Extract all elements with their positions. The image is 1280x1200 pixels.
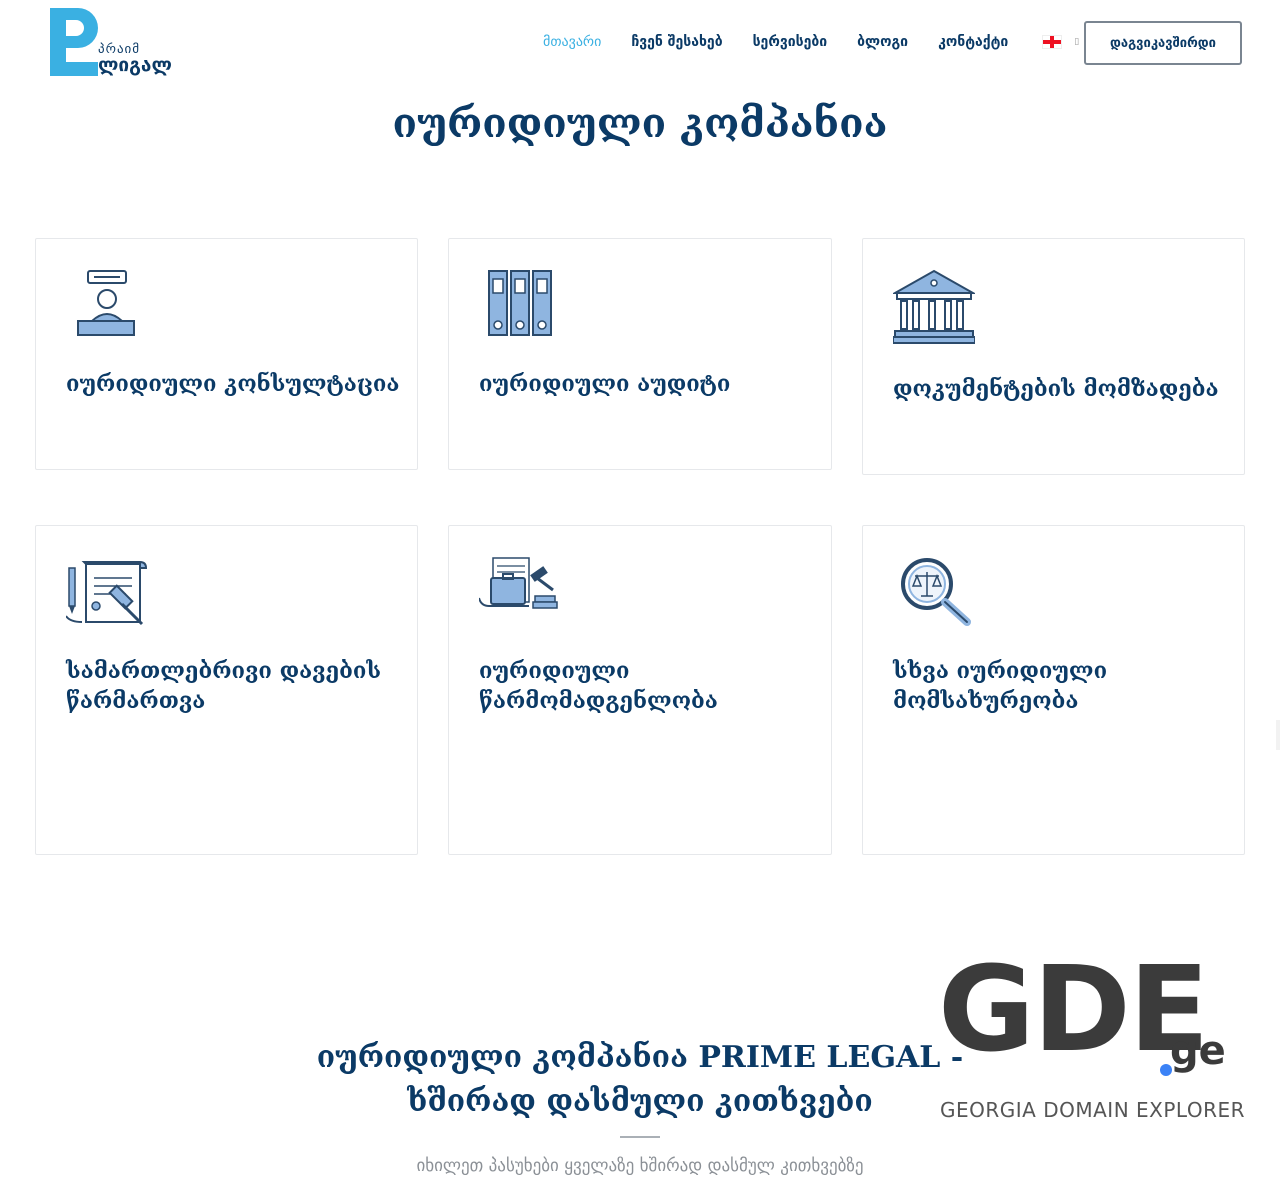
service-label: იურიდიული კონსულტაცია (66, 371, 400, 397)
page-title: იურიდიული კომპანია (392, 100, 888, 147)
faq-title: იურიდიული კომპანია PRIME LEGAL - ხშირად … (300, 1036, 980, 1124)
faq-subtitle: იხილეთ პასუხები ყველაზე ხშირად დასმულ კი… (416, 1156, 864, 1176)
service-card-representation[interactable]: იურიდიული წარმომადგენლობა (448, 525, 832, 855)
gavel-document-icon (66, 561, 148, 626)
magnifier-scales-icon (901, 558, 971, 626)
service-label-line-1: სამართლებრივი დავების (66, 658, 382, 684)
logo-mark-icon (50, 8, 98, 76)
service-card-other[interactable]: სხვა იურიდიული მომსახურეობა (862, 525, 1245, 855)
watermark-tagline: GEORGIA DOMAIN EXPLORER (940, 1098, 1246, 1122)
nav-home[interactable]: მთავარი (543, 34, 601, 50)
service-card-audit[interactable]: იურიდიული აუდიტი (448, 238, 832, 470)
service-label-line-1: იურიდიული (479, 658, 630, 684)
section-divider (620, 1136, 660, 1138)
binders-icon (488, 270, 552, 336)
service-card-disputes[interactable]: სამართლებრივი დავების წარმართვა (35, 525, 418, 855)
service-label: დოკუმენტების მომზადება (893, 376, 1219, 402)
service-label-line-1: სხვა იურიდიული (893, 658, 1108, 684)
consultant-icon (77, 270, 135, 336)
service-label: სამართლებრივი დავების წარმართვა (66, 656, 381, 716)
site-logo[interactable]: პრაიმ ლიგალ (50, 8, 185, 78)
briefcase-gavel-icon (479, 557, 558, 609)
gde-watermark: GDE ge GEORGIA DOMAIN EXPLORER (938, 940, 1245, 1130)
nav-blog[interactable]: ბლოგი (857, 34, 908, 50)
nav-about[interactable]: ჩვენ შესახებ (631, 34, 722, 50)
site-header: პრაიმ ლიგალ მთავარი ჩვენ შესახებ სერვისე… (0, 0, 1280, 88)
service-label-line-2: მომსახურეობა (893, 688, 1079, 714)
language-switcher[interactable]: ▯ (1042, 35, 1079, 49)
watermark-tld: ge (1170, 1028, 1226, 1074)
service-label: სხვა იურიდიული მომსახურეობა (893, 656, 1107, 716)
nav-services[interactable]: სერვისები (753, 34, 828, 50)
nav-contact[interactable]: კონტაქტი (938, 34, 1008, 50)
watermark-word: GDE (938, 940, 1209, 1078)
main-nav: მთავარი ჩვენ შესახებ სერვისები ბლოგი კონ… (543, 34, 1079, 50)
georgia-flag-icon (1042, 35, 1063, 49)
side-scroll-handle[interactable] (1276, 720, 1280, 750)
service-card-documents[interactable]: დოკუმენტების მომზადება (862, 238, 1245, 475)
faq-title-line-2: ხშირად დასმული კითხვები (407, 1084, 873, 1119)
service-label-line-2: წარმართვა (66, 688, 206, 714)
service-label-line-2: წარმომადგენლობა (479, 688, 718, 714)
faq-title-line-1: იურიდიული კომპანია PRIME LEGAL - (316, 1040, 964, 1075)
chevron-down-icon: ▯ (1074, 37, 1080, 47)
service-label: იურიდიული აუდიტი (479, 371, 731, 397)
service-card-consultation[interactable]: იურიდიული კონსულტაცია (35, 238, 418, 470)
logo-text-bottom: ლიგალ (98, 54, 172, 76)
courthouse-icon (893, 269, 975, 344)
service-label: იურიდიული წარმომადგენლობა (479, 656, 718, 716)
contact-us-button[interactable]: დაგვიკავშირდი (1084, 21, 1242, 65)
